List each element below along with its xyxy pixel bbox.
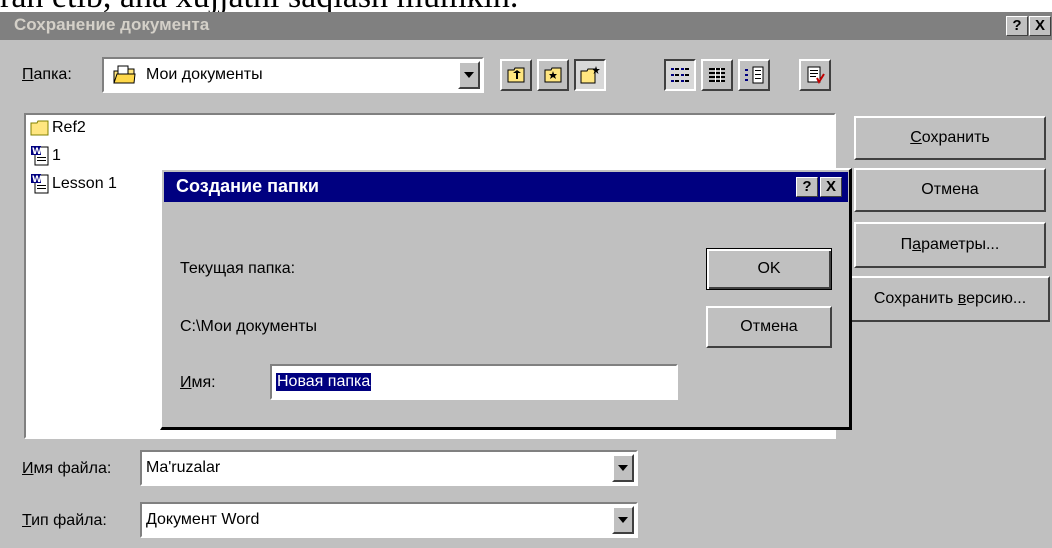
save-dialog-title: Сохранение документа bbox=[14, 15, 210, 34]
favorites-folder-icon bbox=[544, 67, 562, 83]
filename-label: Имя файла: bbox=[22, 460, 112, 477]
new-folder-icon bbox=[580, 66, 600, 84]
filetype-dropdown-arrow[interactable] bbox=[612, 506, 634, 534]
word-document-icon: W bbox=[31, 174, 49, 194]
filename-input[interactable]: Ma'ruzalar bbox=[140, 450, 638, 486]
file-list-item-lesson-1[interactable]: W Lesson 1 bbox=[30, 173, 117, 195]
help-button[interactable]: ? bbox=[1006, 16, 1028, 36]
favorites-button[interactable] bbox=[537, 59, 569, 91]
details-view-icon bbox=[709, 68, 725, 82]
folder-label: Папка: bbox=[22, 66, 72, 83]
folder-name-input[interactable]: Новая папка bbox=[270, 364, 678, 400]
new-folder-close-button[interactable]: X bbox=[820, 177, 842, 197]
svg-text:W: W bbox=[32, 175, 42, 185]
svg-text:W: W bbox=[32, 147, 42, 157]
cancel-button[interactable]: Отмена bbox=[854, 168, 1046, 212]
folder-name-value: Новая папка bbox=[276, 373, 372, 391]
file-name: Lesson 1 bbox=[52, 175, 117, 192]
chevron-down-icon bbox=[618, 465, 628, 471]
new-folder-titlebar: Создание папки ? X bbox=[164, 172, 848, 202]
list-view-button[interactable] bbox=[664, 59, 696, 91]
new-folder-dialog: Создание папки ? X Текущая папка: C:\Мои… bbox=[160, 168, 852, 430]
file-name: Ref2 bbox=[52, 119, 86, 136]
cancel-button-label: Отмена bbox=[921, 181, 979, 198]
filetype-label: Тип файла: bbox=[22, 512, 107, 529]
new-folder-title: Создание папки bbox=[176, 176, 319, 196]
new-folder-help-button[interactable]: ? bbox=[796, 177, 818, 197]
chevron-down-icon bbox=[618, 517, 628, 523]
filetype-select[interactable]: Документ Word bbox=[140, 502, 638, 538]
filetype-value: Документ Word bbox=[146, 511, 260, 528]
up-folder-icon bbox=[507, 67, 525, 83]
commands-settings-button[interactable] bbox=[799, 59, 831, 91]
filename-value: Ma'ruzalar bbox=[146, 459, 221, 476]
properties-view-icon bbox=[745, 66, 764, 84]
save-version-button-label: Сохранить версию... bbox=[873, 290, 1027, 307]
folder-icon bbox=[30, 120, 49, 136]
create-folder-button[interactable] bbox=[574, 59, 606, 91]
save-version-button[interactable]: Сохранить версию... bbox=[850, 276, 1050, 322]
save-dialog-titlebar: Сохранение документа ? X bbox=[0, 12, 1052, 40]
commands-and-settings-icon bbox=[807, 66, 825, 85]
save-button[interactable]: Сохранить bbox=[854, 116, 1046, 160]
properties-view-button[interactable] bbox=[738, 59, 770, 91]
folder-dropdown-arrow[interactable] bbox=[458, 61, 480, 89]
current-folder-label: Текущая папка: bbox=[180, 260, 296, 277]
list-view-icon bbox=[671, 68, 689, 82]
current-folder-path: C:\Мои документы bbox=[180, 318, 318, 335]
close-button[interactable]: X bbox=[1029, 16, 1051, 36]
file-list-item-1[interactable]: W 1 bbox=[30, 145, 61, 167]
up-one-level-button[interactable] bbox=[500, 59, 532, 91]
file-list-item-ref2[interactable]: Ref2 bbox=[30, 119, 86, 137]
filename-dropdown-arrow[interactable] bbox=[612, 454, 634, 482]
word-document-icon: W bbox=[31, 146, 49, 166]
name-label: Имя: bbox=[180, 374, 216, 391]
file-name: 1 bbox=[52, 147, 61, 164]
ok-button[interactable]: OK bbox=[706, 248, 832, 290]
save-button-label: Сохранить bbox=[910, 129, 990, 146]
folder-value: Мои документы bbox=[146, 66, 263, 83]
options-button[interactable]: Параметры... bbox=[854, 222, 1046, 268]
new-folder-cancel-button[interactable]: Отмена bbox=[706, 306, 832, 348]
details-view-button[interactable] bbox=[701, 59, 733, 91]
options-button-label: Параметры... bbox=[900, 236, 1000, 253]
folder-combobox[interactable]: Мои документы bbox=[102, 57, 484, 93]
chevron-down-icon bbox=[464, 72, 474, 78]
my-documents-folder-icon bbox=[112, 64, 136, 91]
